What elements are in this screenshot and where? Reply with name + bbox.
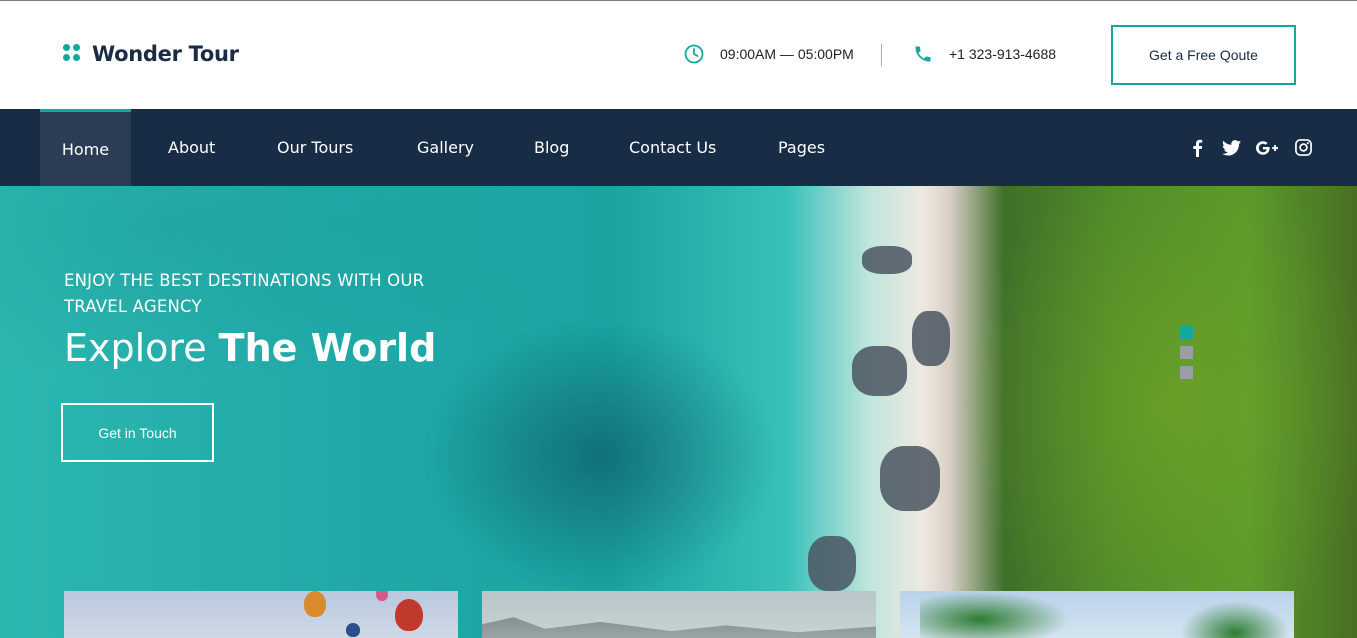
hero-bg-rock: [862, 246, 912, 274]
phone-contact[interactable]: +1 323-913-4688: [913, 44, 1056, 64]
nav-item-pages[interactable]: Pages: [778, 109, 825, 186]
nav-label: Blog: [534, 138, 570, 157]
slide-dot-3[interactable]: [1180, 366, 1193, 379]
nav-item-our-tours[interactable]: Our Tours: [277, 109, 353, 186]
hero-subtitle: ENJOY THE BEST DESTINATIONS WITH OUR TRA…: [64, 271, 425, 316]
business-hours: 09:00AM — 05:00PM: [684, 44, 854, 64]
slide-dot-2[interactable]: [1180, 346, 1193, 359]
palm-image: [1180, 601, 1290, 638]
hero-bg-rock: [880, 446, 940, 511]
hero-slider: ENJOY THE BEST DESTINATIONS WITH OUR TRA…: [0, 186, 1357, 638]
hero-bg-rock: [912, 311, 950, 366]
site-header: Wonder Tour 09:00AM — 05:00PM +1 323-913…: [0, 1, 1357, 109]
logo-text: Wonder Tour: [92, 42, 239, 66]
logo-dots-icon: [63, 44, 83, 64]
hero-title: Explore The World: [64, 326, 436, 370]
balloon-image: [346, 623, 360, 637]
mountain-image: [482, 617, 876, 638]
nav-item-contact-us[interactable]: Contact Us: [629, 109, 716, 186]
social-links: [1187, 109, 1313, 186]
hero-bg-rock: [808, 536, 856, 591]
slide-dot-1[interactable]: [1180, 326, 1193, 339]
balloon-image: [304, 591, 326, 617]
phone-text: +1 323-913-4688: [949, 46, 1057, 62]
logo[interactable]: Wonder Tour: [63, 42, 239, 66]
clock-icon: [684, 44, 704, 64]
tour-card-mountains[interactable]: [482, 591, 876, 638]
slider-pagination: [1180, 326, 1193, 379]
nav-label: Pages: [778, 138, 826, 157]
twitter-icon[interactable]: [1221, 138, 1241, 158]
get-in-touch-button[interactable]: Get in Touch: [61, 403, 214, 462]
hero-title-bold: The World: [218, 326, 437, 370]
nav-item-about[interactable]: About: [168, 109, 215, 186]
nav-item-home[interactable]: Home: [40, 109, 131, 186]
balloon-image: [376, 591, 388, 601]
nav-label: Our Tours: [277, 138, 354, 157]
nav-item-blog[interactable]: Blog: [534, 109, 569, 186]
balloon-image: [395, 599, 423, 631]
tour-card-palms[interactable]: [900, 591, 1294, 638]
free-quote-button[interactable]: Get a Free Qoute: [1111, 25, 1296, 85]
header-divider: [881, 44, 882, 66]
nav-label: Gallery: [417, 138, 474, 157]
nav-item-gallery[interactable]: Gallery: [417, 109, 474, 186]
phone-icon: [915, 46, 931, 62]
main-nav: Home About Our Tours Gallery Blog Contac…: [0, 109, 1357, 186]
hero-title-light: Explore: [64, 326, 219, 370]
hero-bg-rock: [852, 346, 907, 396]
nav-label: Home: [61, 139, 110, 159]
facebook-icon[interactable]: [1187, 138, 1207, 158]
palm-image: [920, 591, 1070, 638]
google-plus-icon[interactable]: [1255, 138, 1279, 158]
hero-bg-reef: [420, 316, 780, 596]
nav-label: Contact Us: [629, 138, 717, 157]
tour-card-balloons[interactable]: [64, 591, 458, 638]
hours-text: 09:00AM — 05:00PM: [720, 46, 854, 62]
hero-bg-forest: [960, 186, 1357, 638]
instagram-icon[interactable]: [1293, 138, 1313, 158]
nav-label: About: [168, 138, 216, 157]
